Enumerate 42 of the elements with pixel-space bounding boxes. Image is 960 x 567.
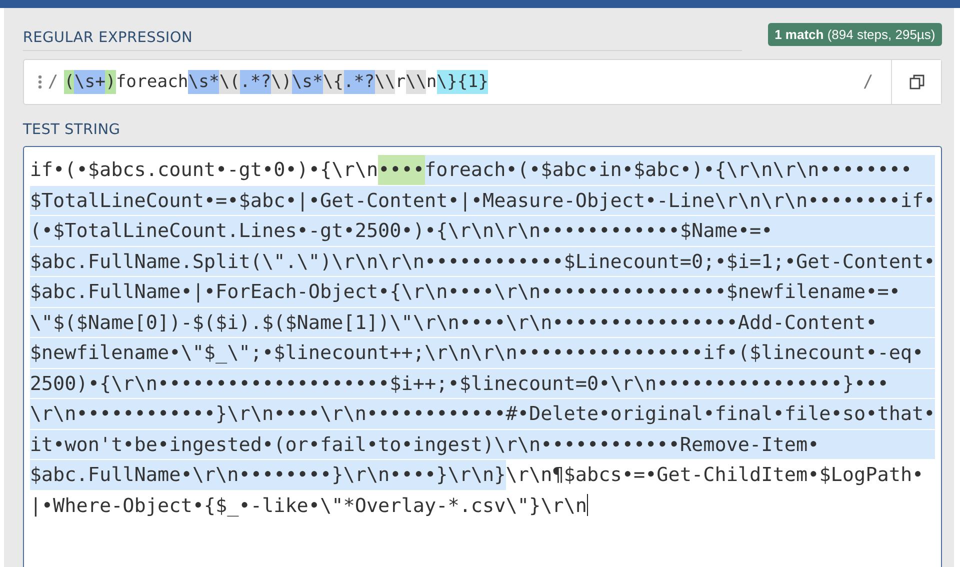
section-title: REGULAR EXPRESSION xyxy=(22,30,193,46)
match-highlight: $TotalLineCount•=•$abc•|•Get-Content•|•Measure-Object•-Line\r\n\r\n••••••••if• xyxy=(30,186,936,215)
regex-token: n xyxy=(426,71,437,94)
regex-token: \s* xyxy=(292,70,323,94)
regex-token: \}{1} xyxy=(436,70,488,94)
match-highlight: \"$($Name[0])-$($i).$($Name[1])\"\r\n••••\r\n••••••••••••••••Add-Content• xyxy=(30,308,936,337)
match-highlight: $abc.FullName•|•ForEach-Object•{\r\n••••\r\n••••••••••••••••$newfilename•=• xyxy=(30,277,936,306)
regex-token: .*? xyxy=(240,70,272,94)
match-highlight: 2500)•{\r\n••••••••••••••••••••$i++;•$linecount=0•\r\n••••••••••••••••}••• xyxy=(30,368,936,398)
test-string-field[interactable] xyxy=(22,146,942,567)
regex-token: \{ xyxy=(322,70,344,94)
match-highlight: $newfilename•\"$_\";•$linecount++;\r\n\r\n••••••••••••••••if•($linecount•-eq• xyxy=(30,338,936,368)
match-highlight: it•won't•be•ingested•(or•fail•to•ingest)\r\n••••••••••••Remove-Item• xyxy=(30,430,936,459)
regex-token: .*? xyxy=(344,70,375,94)
regex-token: \( xyxy=(219,70,240,94)
regex-token: ( xyxy=(64,70,74,94)
regex-token: \) xyxy=(271,70,292,94)
match-highlight: $abc.FullName.Split(\".\")\r\n\r\n••••••••••••$Linecount=0;•$i=1;•Get-Content• xyxy=(30,246,936,276)
regex-token: \s+ xyxy=(74,70,106,94)
regex-token: ) xyxy=(105,70,116,94)
regex-token: r xyxy=(395,71,406,94)
text-cursor xyxy=(587,494,588,516)
copy-icon xyxy=(908,74,925,90)
test-text: if•(•$abcs.count•-gt•0•)•{\r\n xyxy=(30,157,378,183)
section-title: TEST STRING xyxy=(22,122,120,138)
regex-token: \s* xyxy=(188,70,220,94)
match-badge: 1 match (894 steps, 295µs) xyxy=(768,23,942,46)
regex-token: \\ xyxy=(374,70,396,94)
match-highlight: $abc.FullName•\r\n••••••••}\r\n••••}\r\n} xyxy=(30,460,506,490)
match-highlight: \r\n••••••••••••}\r\n••••\r\n••••••••••••#•Delete•original•final•file•so•that• xyxy=(30,399,936,428)
regex-token: foreach xyxy=(116,71,188,94)
regex-field[interactable]: / (\s+)foreach\s*\(.*?\)\s*\{.*?\\r\\n\}{1} / xyxy=(22,59,942,105)
regex-token: \\ xyxy=(406,70,426,94)
regex-delimiter: / xyxy=(48,72,58,92)
copy-button[interactable] xyxy=(891,60,942,104)
match-highlight: (•$TotalLineCount.Lines•-gt•2500•)•{\r\n\r\n••••••••••••$Name•=• xyxy=(30,216,936,246)
regex-delimiter: / xyxy=(863,72,874,92)
match-highlight: •••• xyxy=(378,155,424,184)
test-text: \r\n¶$abcs•=•Get-ChildItem•$LogPath• xyxy=(506,462,924,488)
drag-handle-icon[interactable] xyxy=(36,74,43,90)
match-highlight: foreach•(•$abc•in•$abc•)•{\r\n\r\n•••••••• xyxy=(424,155,936,184)
test-text: |•Where-Object•{$_•-like•\"*Overlay-*.csv\"}\r\n xyxy=(30,492,588,518)
